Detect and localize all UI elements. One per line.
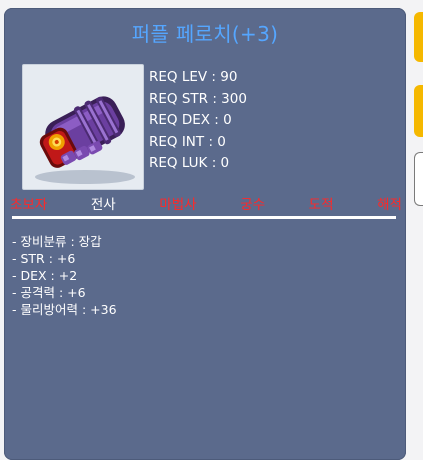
job-bowman: 궁수 — [240, 197, 266, 213]
requirements-list: REQ LEV : 90 REQ STR : 300 REQ DEX : 0 R… — [149, 67, 247, 175]
item-tooltip: 퍼플 페로치(+3) REQ LEV: 90 REQ STR: 300 RE… — [4, 8, 406, 460]
side-tab-2[interactable] — [414, 85, 423, 137]
stat-dex: - DEX : +2 — [12, 268, 78, 283]
item-name: 퍼플 페로치(+3) — [131, 22, 279, 46]
divider — [12, 216, 396, 219]
req-luk: REQ LUK : 0 — [149, 155, 230, 171]
job-thief: 도적 — [308, 197, 334, 213]
stat-category: - 장비분류 : 장갑 — [12, 234, 102, 249]
item-stats: - 장비분류 : 장갑 - STR : +6 - DEX : +2 - 공격력 … — [12, 233, 117, 318]
stat-str: - STR : +6 — [12, 251, 76, 266]
job-requirements: 초보자 전사 마법사 궁수 도적 해적 — [10, 193, 402, 213]
side-tab-1[interactable] — [414, 12, 423, 62]
job-warrior: 전사 — [90, 197, 116, 213]
req-dex: REQ DEX : 0 — [149, 112, 232, 128]
purple-gauntlet-icon — [35, 96, 135, 184]
stat-attack: - 공격력 : +6 — [12, 285, 86, 300]
req-int: REQ INT : 0 — [149, 133, 226, 150]
job-magician: 마법사 — [159, 197, 197, 213]
req-str: REQ STR : 300 — [149, 90, 247, 107]
job-pirate: 해적 — [377, 197, 402, 213]
job-beginner: 초보자 — [10, 197, 48, 213]
side-tab-3[interactable] — [414, 152, 423, 206]
req-level: REQ LEV : 90 — [149, 69, 238, 85]
item-icon-frame — [22, 64, 144, 190]
stat-defense: - 물리방어력 : +36 — [12, 302, 117, 317]
